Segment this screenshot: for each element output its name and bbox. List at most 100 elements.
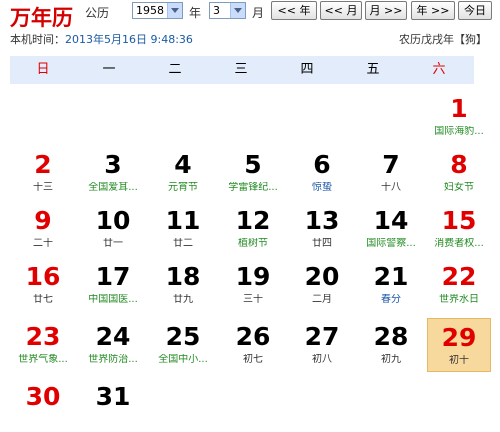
day-number: 12 — [235, 206, 271, 235]
year-select-value: 1958 — [136, 4, 164, 17]
day-number: 21 — [373, 262, 409, 291]
weekday-fri: 五 — [366, 62, 380, 77]
calendar-day[interactable]: 19 三十 — [221, 258, 285, 312]
calendar-day[interactable]: 5 学雷锋纪... — [221, 146, 285, 200]
calendar-day[interactable]: 7 十八 — [359, 146, 423, 200]
local-time-value: 2013年5月16日 9:48:36 — [65, 33, 193, 46]
calendar-day[interactable]: 30 — [11, 378, 75, 432]
calendar-day[interactable]: 12 植树节 — [221, 202, 285, 256]
day-number: 9 — [34, 206, 52, 235]
chevron-down-icon[interactable] — [167, 3, 182, 18]
day-number: 16 — [25, 262, 61, 291]
calendar-day[interactable]: 8 妇女节 — [427, 146, 491, 200]
day-lunar-note: 植树节 — [238, 238, 268, 249]
day-lunar-note: 二十 — [33, 238, 53, 249]
day-lunar-note: 世界气象... — [18, 354, 68, 365]
weekday-tue: 二 — [168, 62, 182, 77]
day-number: 5 — [244, 150, 262, 179]
day-number: 22 — [441, 262, 477, 291]
weekday-sat: 六 — [432, 62, 446, 77]
weekday-sun: 日 — [36, 62, 50, 77]
calendar-day[interactable]: 26 初七 — [221, 318, 285, 372]
local-time-label: 本机时间： — [10, 33, 65, 46]
calendar-day[interactable]: 20 二月 — [290, 258, 354, 312]
day-number: 23 — [25, 322, 61, 351]
day-number: 15 — [441, 206, 477, 235]
calendar-day[interactable]: 1 国际海豹... — [427, 90, 491, 144]
day-lunar-note: 初八 — [312, 354, 332, 365]
calendar-day[interactable]: 21 春分 — [359, 258, 423, 312]
calendar-day[interactable]: 31 — [81, 378, 145, 432]
app-title: 万年历 — [10, 5, 73, 30]
day-lunar-note: 廿一 — [103, 238, 123, 249]
weekday-thu: 四 — [300, 62, 314, 77]
day-lunar-note: 廿七 — [33, 294, 53, 305]
day-lunar-note: 国际海豹... — [434, 126, 484, 137]
calendar-day[interactable]: 16 廿七 — [11, 258, 75, 312]
day-lunar-note: 世界防治... — [88, 354, 138, 365]
calendar-day[interactable]: 24 世界防治... — [81, 318, 145, 372]
weekday-wed: 三 — [234, 62, 248, 77]
day-lunar-note: 十八 — [381, 182, 401, 193]
calendar-day[interactable]: 10 廿一 — [81, 202, 145, 256]
today-button[interactable]: 今日 — [458, 1, 492, 20]
calendar-day[interactable]: 6 惊蛰 — [290, 146, 354, 200]
calendar-day[interactable]: 22 世界水日 — [427, 258, 491, 312]
year-select[interactable]: 1958 — [132, 2, 183, 19]
month-select[interactable]: 3 — [209, 2, 246, 19]
prev-year-button[interactable]: << 年 — [271, 1, 317, 20]
chevron-down-icon[interactable] — [230, 3, 245, 18]
day-lunar-note: 全国中小... — [158, 354, 208, 365]
day-lunar-note: 惊蛰 — [312, 182, 332, 193]
calendar-day[interactable]: 11 廿二 — [151, 202, 215, 256]
calendar-day[interactable]: 23 世界气象... — [11, 318, 75, 372]
day-lunar-note: 消费者权... — [434, 238, 484, 249]
calendar-day[interactable]: 4 元宵节 — [151, 146, 215, 200]
calendar-day[interactable]: 25 全国中小... — [151, 318, 215, 372]
day-lunar-note: 廿二 — [173, 238, 193, 249]
next-year-button[interactable]: 年 >> — [411, 1, 455, 20]
calendar-day[interactable]: 9 二十 — [11, 202, 75, 256]
day-lunar-note: 妇女节 — [444, 182, 474, 193]
day-lunar-note: 元宵节 — [168, 182, 198, 193]
year-unit-label: 年 — [189, 6, 202, 20]
calendar-day[interactable]: 28 初九 — [359, 318, 423, 372]
year-label: 公历 — [85, 6, 110, 20]
day-lunar-note: 学雷锋纪... — [228, 182, 278, 193]
day-number: 10 — [95, 206, 131, 235]
day-number: 1 — [450, 94, 468, 123]
day-lunar-note: 廿四 — [312, 238, 332, 249]
calendar-day[interactable]: 2 十三 — [11, 146, 75, 200]
lunar-year: 农历戊戌年【狗】 — [399, 33, 487, 46]
day-number: 6 — [313, 150, 331, 179]
day-number: 28 — [373, 322, 409, 351]
calendar-day[interactable]: 17 中国国医... — [81, 258, 145, 312]
next-month-button[interactable]: 月 >> — [365, 1, 407, 20]
day-lunar-note: 二月 — [312, 294, 332, 305]
calendar-day[interactable]: 13 廿四 — [290, 202, 354, 256]
calendar-day[interactable]: 27 初八 — [290, 318, 354, 372]
day-number: 2 — [34, 150, 52, 179]
day-lunar-note: 全国爱耳... — [88, 182, 138, 193]
day-number: 20 — [304, 262, 340, 291]
day-lunar-note: 初九 — [381, 354, 401, 365]
calendar-day[interactable]: 14 国际警察... — [359, 202, 423, 256]
local-time: 本机时间：2013年5月16日 9:48:36 — [10, 31, 193, 47]
day-number: 19 — [235, 262, 271, 291]
day-number: 13 — [304, 206, 340, 235]
day-number: 14 — [373, 206, 409, 235]
prev-month-button[interactable]: << 月 — [320, 1, 362, 20]
month-unit-label: 月 — [252, 6, 265, 20]
day-number: 8 — [450, 150, 468, 179]
calendar-day[interactable]: 15 消费者权... — [427, 202, 491, 256]
weekday-header: 日 一 二 三 四 五 六 — [10, 56, 474, 84]
day-number: 26 — [235, 322, 271, 351]
day-lunar-note: 国际警察... — [366, 238, 416, 249]
weekday-mon: 一 — [102, 62, 116, 77]
calendar-day[interactable]: 18 廿九 — [151, 258, 215, 312]
day-number: 24 — [95, 322, 131, 351]
calendar-day[interactable]: 3 全国爱耳... — [81, 146, 145, 200]
calendar-day-today[interactable]: 29 初十 — [427, 318, 491, 372]
day-number: 18 — [165, 262, 201, 291]
day-number: 11 — [165, 206, 201, 235]
